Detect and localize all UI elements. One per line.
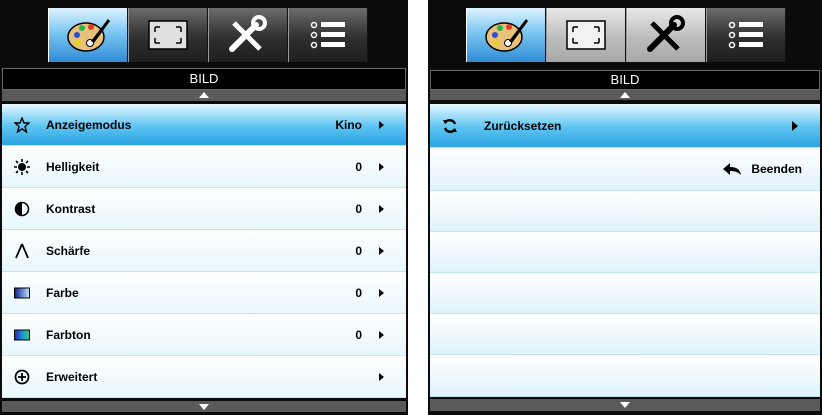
tab-setup[interactable] [208,8,288,62]
menu-item-value: 0 [355,202,362,216]
tab-display[interactable] [128,8,208,62]
list-icon [728,21,763,49]
menu-item-value: 0 [355,160,362,174]
palette-icon [485,19,528,52]
menu-title: BILD [430,70,820,90]
menu-item-label: Farbe [46,286,79,300]
exit-label: Beenden [751,162,802,176]
menu-item-zuruecksetzen[interactable]: Zurücksetzen [430,104,820,148]
screen-frame-icon [566,20,606,50]
menu-item-farbton[interactable]: Farbton 0 [2,314,406,356]
empty-row [430,314,820,355]
right-menu-panel: BILD Zurücksetzen Beenden [428,0,822,415]
color-icon [14,287,30,299]
menu-item-label: Schärfe [46,244,91,258]
scroll-down-icon[interactable] [430,399,820,411]
chevron-right-icon [379,331,384,339]
menu-item-label: Anzeigemodus [46,118,132,132]
menu-title: BILD [2,68,406,90]
scroll-up-icon[interactable] [430,90,820,100]
tab-setup[interactable] [626,8,706,62]
empty-row [430,355,820,397]
menu-item-label: Kontrast [46,202,96,216]
menu-item-label: Erweitert [46,370,98,384]
empty-row [430,232,820,273]
menu-item-erweitert[interactable]: Erweitert [2,356,406,398]
menu-item-value: 0 [355,286,362,300]
chevron-right-icon [792,121,798,131]
palette-icon [67,19,110,52]
menu-item-label: Farbton [46,328,91,342]
menu-item-value: Kino [335,118,362,132]
empty-row [430,191,820,232]
tools-icon [647,15,685,52]
chevron-right-icon [379,163,384,171]
menu-item-value: 0 [355,328,362,342]
screen-frame-icon [148,20,188,50]
exit-row[interactable]: Beenden [430,148,820,191]
left-menu-panel: BILD Anzeigemodus Kino Helligkeit 0 Kont… [0,0,408,415]
menu-item-kontrast[interactable]: Kontrast 0 [2,188,406,230]
menu-item-schaerfe[interactable]: Schärfe 0 [2,230,406,272]
menu-item-helligkeit[interactable]: Helligkeit 0 [2,146,406,188]
tab-bar [428,0,822,68]
reset-icon [443,119,457,133]
scroll-up-icon[interactable] [2,90,406,101]
menu-item-farbe[interactable]: Farbe 0 [2,272,406,314]
list-icon [310,21,345,49]
tab-options[interactable] [706,8,786,62]
menu-item-label: Zurücksetzen [484,119,562,133]
brightness-icon [14,159,30,175]
tab-display[interactable] [546,8,626,62]
tab-options[interactable] [288,8,368,62]
menu-item-anzeigemodus[interactable]: Anzeigemodus Kino [2,104,406,146]
chevron-right-icon [379,247,384,255]
star-icon [14,117,30,133]
tab-bar [0,0,408,68]
chevron-right-icon [379,289,384,297]
chevron-right-icon [379,121,384,129]
chevron-right-icon [379,373,384,381]
contrast-icon [14,201,30,217]
chevron-right-icon [379,205,384,213]
tint-icon [14,329,30,341]
sharpness-icon [15,243,29,259]
menu-item-value: 0 [355,244,362,258]
return-arrow-icon [723,163,741,175]
tab-picture[interactable] [48,8,128,62]
empty-row [430,273,820,314]
scroll-down-icon[interactable] [2,401,406,412]
menu-item-label: Helligkeit [46,160,100,174]
tab-picture[interactable] [466,8,546,62]
tools-icon [229,15,267,52]
advanced-plus-icon [14,369,30,385]
